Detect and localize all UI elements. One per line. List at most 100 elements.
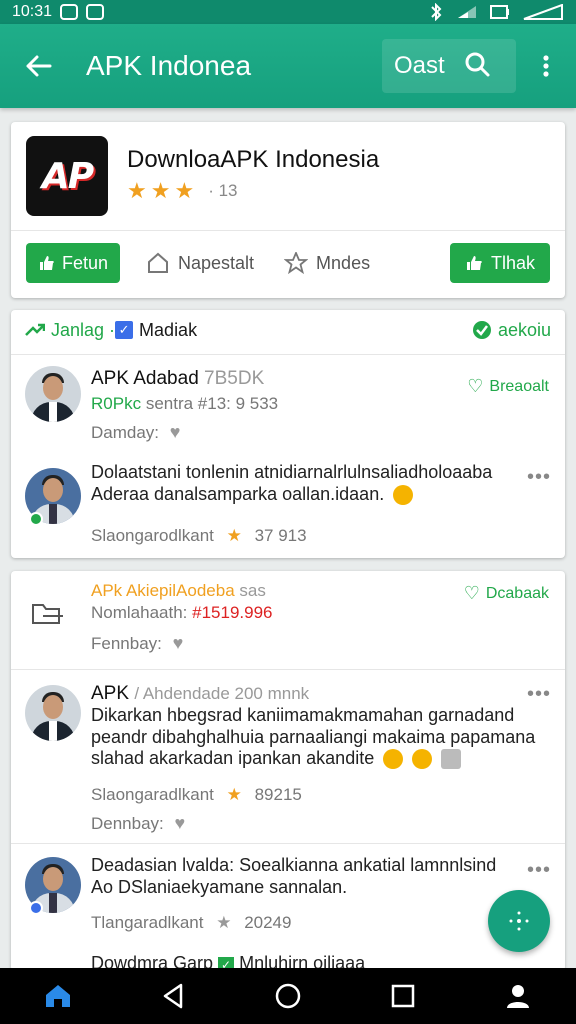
floating-action-button[interactable] — [488, 890, 550, 952]
comment-line: Dikarkan hbegsrad kaniimamakmamahan garn… — [91, 705, 515, 725]
comment-author-line: APK / Ahdendade 200 mnnk — [91, 683, 309, 705]
overflow-menu-button[interactable] — [534, 54, 558, 78]
feed-category[interactable]: Madiak — [139, 320, 197, 341]
star-icon: ★ — [226, 785, 242, 804]
comment-stats: Tlangaradlkant ★ 20249 — [91, 913, 291, 933]
star-icon: ★ — [226, 526, 242, 545]
heart-icon[interactable]: ♥ — [175, 813, 186, 833]
notification-icon — [60, 4, 79, 20]
emoji-icon — [412, 749, 433, 770]
favorite-button[interactable]: Mndes — [284, 243, 370, 283]
divider — [11, 230, 565, 231]
stats-label: Slaongaradlkant — [91, 785, 214, 804]
comment-date-line: Dennbay: ♥ — [91, 813, 185, 834]
comment-date: Dennbay: — [91, 814, 164, 833]
more-options-button[interactable]: ••• — [527, 683, 551, 706]
comment-line: Aderaa danalsamparka oallan.idaan. — [91, 484, 414, 506]
more-options-button[interactable]: ••• — [527, 466, 551, 489]
search-icon — [465, 52, 490, 76]
house-outline-icon — [148, 252, 168, 273]
triangle-back-icon — [163, 983, 183, 1009]
post-title-suffix: sas — [239, 581, 266, 600]
feed-header-action[interactable]: aekoiu — [472, 320, 551, 341]
app-rating: ★ ★ ★ · 13 — [127, 180, 238, 202]
back-button[interactable] — [18, 46, 58, 86]
star-icon: ★ — [127, 178, 147, 203]
comment-line: Deadasian lvalda: Soealkianna ankatial l… — [91, 855, 497, 875]
divider — [11, 354, 565, 355]
post-author[interactable]: APK Adabad — [91, 368, 199, 389]
heart-outline-icon: ♡ — [463, 583, 480, 603]
feed-card: Janlag · ✓ Madiak aekoiu APK Adabad 7B5D… — [11, 310, 565, 558]
online-status-icon — [29, 512, 43, 526]
comment-author[interactable]: APK — [91, 683, 129, 704]
sparkle-icon — [509, 911, 529, 931]
comment-line: slahad akarkadan ipankan akandite — [91, 748, 462, 770]
more-vertical-icon — [543, 55, 549, 77]
stats-value: 89215 — [254, 785, 302, 804]
post-date: Fennbay: — [91, 634, 162, 653]
comment-stats: Slaongaradlkant ★ 89215 — [91, 785, 302, 805]
navigation-bar — [0, 968, 576, 1024]
trend-arrow-icon — [25, 323, 45, 336]
app-bar-text-button[interactable]: Oast — [394, 52, 445, 80]
battery-icon — [490, 5, 509, 19]
thank-button[interactable]: Tlhak — [450, 243, 550, 283]
star-icon: ★ — [216, 913, 232, 932]
arrow-left-icon — [26, 55, 52, 77]
post-source-meta: sentra #13: 9 533 — [145, 394, 279, 413]
home-nav-button[interactable] — [260, 968, 316, 1024]
comment-author-meta: / Ahdendade 200 mnnk — [134, 684, 310, 703]
emoji-icon — [383, 749, 404, 770]
more-options-button[interactable]: ••• — [527, 859, 551, 882]
app-info-card: AP DownloaAPK Indonesia ★ ★ ★ · 13 Fetun… — [11, 122, 565, 298]
comment-line: Ao DSlaniaekyamane sannalan. — [91, 877, 348, 897]
app-name: DownloaAPK Indonesia — [127, 146, 380, 173]
post-date-line: Fennbay: ♥ — [91, 633, 183, 654]
app-bar-actions: Oast — [382, 39, 516, 93]
divider — [11, 669, 565, 670]
follow-link[interactable]: ♡ Dcabaak — [464, 583, 549, 604]
avatar[interactable] — [25, 685, 81, 741]
search-button[interactable] — [463, 50, 491, 83]
stats-label: Slaongarodlkant — [91, 526, 214, 545]
follow-button[interactable]: Fetun — [26, 243, 120, 283]
bluetooth-icon — [431, 3, 442, 21]
post-author-line: APK Adabad 7B5DK — [91, 368, 264, 390]
back-nav-button[interactable] — [145, 968, 201, 1024]
post-subtitle-line: Nomlahaath: #1519.996 — [91, 603, 273, 623]
bookmark-button[interactable]: Napestalt — [146, 243, 254, 283]
page-title: APK Indonea — [86, 50, 252, 81]
emoji-icon — [441, 749, 462, 770]
post-source-label[interactable]: R0Pkc — [91, 394, 141, 413]
stats-value: 20249 — [244, 913, 292, 932]
rating-count: · 13 — [208, 181, 238, 200]
home-button[interactable] — [30, 968, 86, 1024]
post-date: Damday: — [91, 423, 160, 442]
verified-badge-icon — [29, 901, 43, 915]
star-outline-icon — [284, 252, 309, 274]
post-source-line: R0Pkc sentra #13: 9 533 — [91, 394, 278, 414]
heart-icon[interactable]: ♥ — [170, 422, 181, 442]
divider — [11, 843, 565, 844]
folder-icon — [32, 604, 63, 624]
comment-line: peandr dibahghalhuia parnaaliangi makaim… — [91, 727, 536, 747]
comment-line: Dolaatstani tonlenin atnidiarnalrlulnsal… — [91, 462, 493, 482]
profile-nav-button[interactable] — [490, 968, 546, 1024]
feed-header: Janlag · ✓ Madiak aekoiu — [11, 310, 565, 350]
heart-icon[interactable]: ♥ — [173, 633, 184, 653]
home-icon — [45, 985, 70, 1007]
follow-link[interactable]: ♡ Breaoalt — [467, 376, 549, 397]
user-icon — [507, 985, 530, 1008]
app-actions: Fetun Napestalt Mndes Tlhak — [26, 242, 550, 284]
game-notification-icon — [86, 4, 105, 20]
avatar[interactable] — [25, 366, 81, 422]
recents-nav-button[interactable] — [375, 968, 431, 1024]
feed-tag[interactable]: Janlag · — [25, 320, 115, 341]
post-title[interactable]: APk AkiepilAodeba — [91, 581, 235, 600]
stats-label: Tlangaradlkant — [91, 913, 204, 932]
feed-card: APk AkiepilAodeba sas Nomlahaath: #1519.… — [11, 571, 565, 973]
heart-outline-icon: ♡ — [467, 376, 484, 396]
signal-icon — [458, 6, 476, 18]
comment-stats: Slaongarodlkant ★ 37 913 — [91, 526, 307, 546]
